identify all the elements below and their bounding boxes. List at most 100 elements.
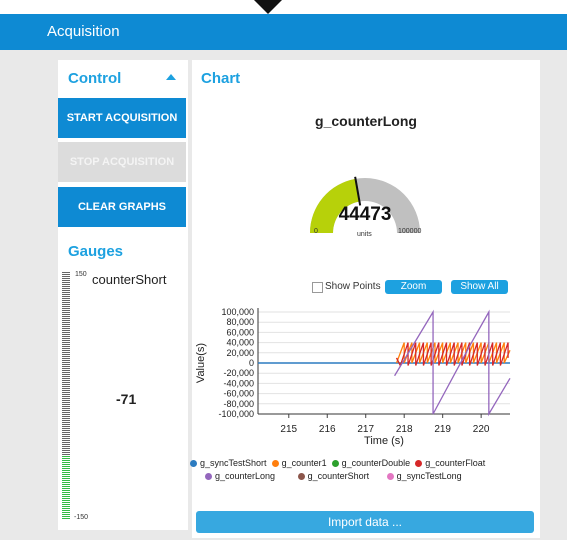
y-tick-label: -100,000 <box>218 409 254 419</box>
bar-gauge-tick <box>62 344 70 345</box>
bar-gauge-tick <box>62 348 70 349</box>
x-tick-label: 217 <box>357 424 374 435</box>
bar-gauge-tick <box>62 452 70 453</box>
x-tick-label: 216 <box>319 424 336 435</box>
bar-gauge-tick <box>62 340 70 341</box>
bar-gauge-tick <box>62 390 70 391</box>
bar-gauge-tick <box>62 352 70 353</box>
show-all-button[interactable]: Show All <box>451 280 508 294</box>
legend-item[interactable]: g_syncTestLong <box>386 471 462 481</box>
bar-gauge-tick <box>62 424 70 425</box>
bar-gauge-tick <box>62 342 70 343</box>
clear-graphs-button[interactable]: CLEAR GRAPHS <box>58 187 186 227</box>
y-tick-label: 0 <box>249 358 254 368</box>
legend-label: g_counterShort <box>307 471 370 481</box>
bar-gauge-tick <box>62 480 70 481</box>
window-titlebar: Acquisition <box>0 14 567 50</box>
bar-gauge-tick <box>62 320 70 321</box>
show-points-checkbox[interactable] <box>312 282 323 293</box>
bar-gauge-tick <box>62 354 70 355</box>
bar-gauge-tick <box>62 276 70 277</box>
start-acquisition-button[interactable]: START ACQUISITION <box>58 98 186 138</box>
zoom-button[interactable]: Zoom <box>385 280 442 294</box>
bar-gauge-tick <box>62 466 70 467</box>
bar-gauge-tick <box>62 380 70 381</box>
bar-gauge-tick <box>62 374 70 375</box>
bar-gauge-tick <box>62 364 70 365</box>
show-points-label: Show Points <box>325 281 381 292</box>
bar-gauge-tick <box>62 518 70 519</box>
y-tick-label: -20,000 <box>223 368 254 378</box>
bar-gauge-tick <box>62 346 70 347</box>
bar-gauge-tick <box>62 318 70 319</box>
y-tick-label: -80,000 <box>223 399 254 409</box>
bar-gauge-tick <box>62 494 70 495</box>
bar-gauge-tick <box>62 482 70 483</box>
bar-gauge-tick <box>62 362 70 363</box>
top-strip <box>0 0 567 14</box>
bar-gauge-tick <box>62 378 70 379</box>
bar-gauge-tick <box>62 272 70 273</box>
dial-units-label: units <box>357 231 372 238</box>
bar-gauge-tick <box>62 474 70 475</box>
legend-item[interactable]: g_counterFloat <box>415 458 485 468</box>
y-tick-label: 20,000 <box>226 348 254 358</box>
bar-gauge-tick <box>62 412 70 413</box>
bar-gauge-tick <box>62 458 70 459</box>
bar-gauge-max-label: 150 <box>75 271 87 278</box>
control-heading[interactable]: Control <box>68 70 121 87</box>
bar-gauge-tick <box>62 304 70 305</box>
bar-gauge-tick <box>62 308 70 309</box>
bar-gauge-value: -71 <box>116 391 137 407</box>
y-tick-label: 80,000 <box>226 317 254 327</box>
bar-gauge-tick <box>62 284 70 285</box>
bar-gauge-tick <box>62 472 70 473</box>
stop-acquisition-button[interactable]: STOP ACQUISITION <box>58 142 186 182</box>
bar-gauge-tick <box>62 290 70 291</box>
bar-gauge-tick <box>62 408 70 409</box>
bar-gauge-tick <box>62 312 70 313</box>
legend-item[interactable]: g_counterDouble <box>331 458 410 468</box>
bar-gauge-tick <box>62 332 70 333</box>
bar-gauge-tick <box>62 398 70 399</box>
bar-gauge-tick <box>62 370 70 371</box>
bar-gauge-tick <box>62 468 70 469</box>
collapse-arrow-icon[interactable] <box>254 0 282 14</box>
import-data-button[interactable]: Import data ... <box>196 511 534 533</box>
bar-gauge-tick <box>62 296 70 297</box>
chart-heading: Chart <box>201 70 241 87</box>
bar-gauge-tick <box>62 368 70 369</box>
x-axis-title: Time (s) <box>364 435 404 447</box>
bar-gauge-tick <box>62 306 70 307</box>
bar-gauge-tick <box>62 334 70 335</box>
legend-dot <box>190 460 197 467</box>
legend-dot <box>415 460 423 467</box>
counter-short-bar-gauge <box>62 272 70 520</box>
bar-gauge-tick <box>62 316 70 317</box>
y-tick-label: 40,000 <box>226 338 254 348</box>
legend-item[interactable]: g_counter1 <box>271 458 327 468</box>
bar-gauge-tick <box>62 384 70 385</box>
bar-gauge-tick <box>62 298 70 299</box>
legend-label: g_syncTestShort <box>200 458 267 468</box>
bar-gauge-tick <box>62 492 70 493</box>
bar-gauge-tick <box>62 516 70 517</box>
bar-gauge-tick <box>62 478 70 479</box>
bar-gauge-min-label: -150 <box>74 514 89 521</box>
legend-item[interactable]: g_counterLong <box>205 471 275 481</box>
bar-gauge-tick <box>62 438 70 439</box>
dial-gauge-value: 44473 <box>338 204 392 225</box>
bar-gauge-tick <box>62 420 70 421</box>
bar-gauge-tick <box>62 322 70 323</box>
bar-gauge-tick <box>62 282 70 283</box>
bar-gauge-tick <box>62 330 70 331</box>
x-tick-label: 218 <box>396 424 413 435</box>
collapse-caret-icon[interactable] <box>166 74 176 80</box>
legend-item[interactable]: g_counterShort <box>297 471 370 481</box>
y-tick-label: 60,000 <box>226 327 254 337</box>
bar-gauge-tick <box>62 504 70 505</box>
legend-item[interactable]: g_syncTestShort <box>190 458 267 468</box>
x-tick-label: 215 <box>280 424 297 435</box>
bar-gauge-tick <box>62 358 70 359</box>
bar-gauge-tick <box>62 446 70 447</box>
